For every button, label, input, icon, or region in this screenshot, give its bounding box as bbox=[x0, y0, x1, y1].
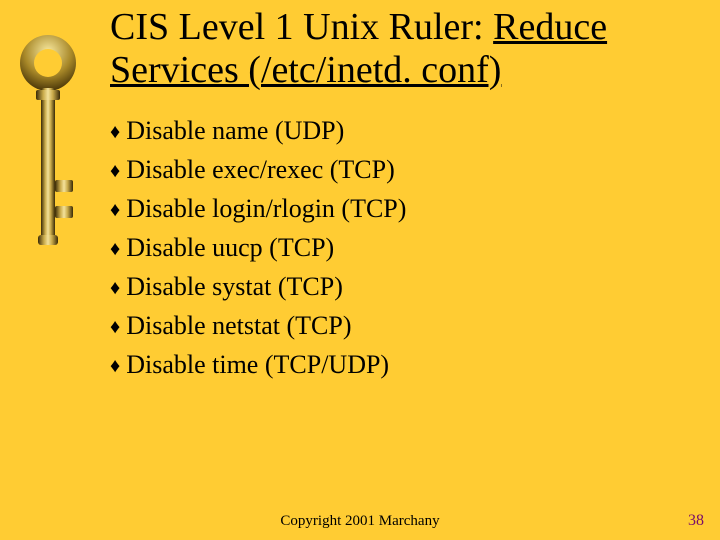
bullet-text: Disable name (UDP) bbox=[126, 116, 344, 145]
bullet-text: Disable systat (TCP) bbox=[126, 272, 343, 301]
bullet-icon: ♦ bbox=[110, 238, 126, 260]
key-icon bbox=[18, 30, 78, 280]
bullet-text: Disable time (TCP/UDP) bbox=[126, 350, 389, 379]
list-item: ♦Disable systat (TCP) bbox=[110, 267, 706, 306]
slide-content: CIS Level 1 Unix Ruler: Reduce Services … bbox=[110, 6, 706, 384]
bullet-icon: ♦ bbox=[110, 199, 126, 221]
bullet-icon: ♦ bbox=[110, 160, 126, 182]
list-item: ♦Disable time (TCP/UDP) bbox=[110, 345, 706, 384]
bullet-text: Disable login/rlogin (TCP) bbox=[126, 194, 406, 223]
bullet-list: ♦Disable name (UDP) ♦Disable exec/rexec … bbox=[110, 111, 706, 384]
bullet-text: Disable exec/rexec (TCP) bbox=[126, 155, 395, 184]
copyright-footer: Copyright 2001 Marchany bbox=[0, 513, 720, 530]
bullet-text: Disable netstat (TCP) bbox=[126, 311, 351, 340]
slide-title: CIS Level 1 Unix Ruler: Reduce Services … bbox=[110, 6, 706, 91]
bullet-icon: ♦ bbox=[110, 121, 126, 143]
sidebar-graphic bbox=[0, 0, 100, 540]
list-item: ♦Disable login/rlogin (TCP) bbox=[110, 189, 706, 228]
bullet-icon: ♦ bbox=[110, 355, 126, 377]
bullet-icon: ♦ bbox=[110, 316, 126, 338]
page-number: 38 bbox=[688, 512, 704, 530]
list-item: ♦Disable exec/rexec (TCP) bbox=[110, 150, 706, 189]
list-item: ♦Disable netstat (TCP) bbox=[110, 306, 706, 345]
title-plain: CIS Level 1 Unix Ruler: bbox=[110, 6, 493, 48]
bullet-text: Disable uucp (TCP) bbox=[126, 233, 334, 262]
bullet-icon: ♦ bbox=[110, 277, 126, 299]
list-item: ♦Disable name (UDP) bbox=[110, 111, 706, 150]
list-item: ♦Disable uucp (TCP) bbox=[110, 228, 706, 267]
